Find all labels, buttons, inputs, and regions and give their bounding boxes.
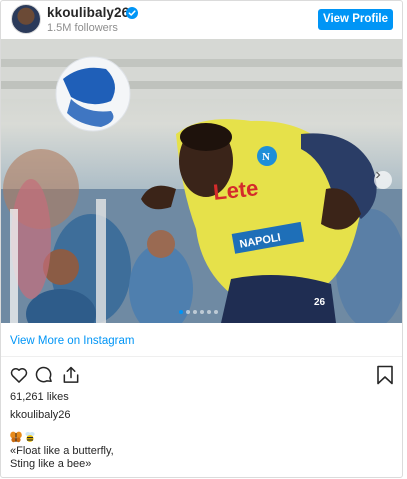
like-count: 61,261 likes	[10, 391, 69, 403]
verified-badge-icon	[126, 6, 138, 19]
post-header: kkoulibaly26 1.5M followers View Profile	[1, 1, 402, 39]
comment-icon[interactable]	[34, 365, 54, 385]
carousel-dot	[214, 310, 218, 314]
carousel-dot	[193, 310, 197, 314]
post-photo[interactable]: N Lete NAPOLI 26	[1, 39, 402, 323]
caption-line: Sting like a bee»	[10, 458, 92, 470]
caption-emojis	[10, 431, 114, 443]
view-profile-button[interactable]: View Profile	[318, 9, 393, 30]
carousel-dot	[207, 310, 211, 314]
carousel-dot	[186, 310, 190, 314]
football-player-image: N Lete NAPOLI 26	[1, 39, 402, 323]
svg-text:N: N	[262, 151, 270, 163]
bee-icon	[25, 432, 35, 442]
carousel-dot	[200, 310, 204, 314]
caption-line: «Float like a butterfly,	[10, 445, 114, 457]
profile-username[interactable]: kkoulibaly26	[47, 5, 129, 20]
instagram-embed: kkoulibaly26 1.5M followers View Profile	[0, 0, 403, 478]
caption-text: «Float like a butterfly, Sting like a be…	[10, 431, 114, 471]
svg-text:Lete: Lete	[212, 175, 260, 205]
caption-username[interactable]: kkoulibaly26	[10, 409, 71, 421]
chevron-right-icon	[376, 171, 381, 179]
divider	[1, 356, 402, 357]
share-icon[interactable]	[61, 365, 81, 385]
view-more-link[interactable]: View More on Instagram	[10, 335, 134, 347]
carousel-indicator	[179, 310, 218, 316]
bookmark-icon[interactable]	[376, 365, 394, 385]
carousel-next-button[interactable]	[374, 171, 392, 189]
butterfly-icon	[10, 431, 22, 443]
heart-icon[interactable]	[9, 365, 29, 385]
svg-text:26: 26	[314, 297, 326, 308]
avatar[interactable]	[11, 4, 41, 34]
carousel-dot	[179, 310, 183, 314]
follower-count: 1.5M followers	[47, 22, 118, 34]
